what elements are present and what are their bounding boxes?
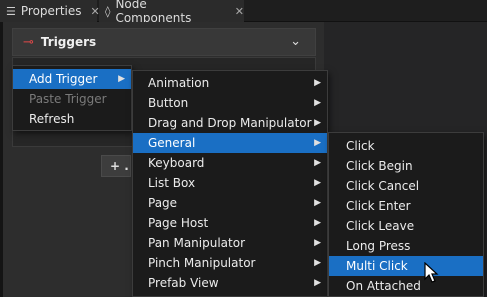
submenu-arrow-icon: ▶ [314,178,321,188]
trigger-item-label: Click Cancel [346,179,420,193]
submenu-arrow-icon: ▶ [314,138,321,148]
trigger-item-label: Multi Click [346,259,408,273]
submenu-arrow-icon: ▶ [314,198,321,208]
menu-item-label: Paste Trigger [29,92,107,106]
trigger-item-click-cancel[interactable]: Click Cancel [329,176,483,196]
category-item-label: Page Host [148,216,209,230]
menu-item-paste-trigger: Paste Trigger [13,89,131,109]
category-item-button[interactable]: Button ▶ [133,93,327,113]
trigger-item-multi-click[interactable]: Multi Click [329,256,483,276]
triggers-title: Triggers [40,35,97,49]
trigger-item-click-leave[interactable]: Click Leave [329,216,483,236]
category-item-page-host[interactable]: Page Host ▶ [133,213,327,233]
trigger-item-label: Click Enter [346,199,411,213]
category-item-label: Drag and Drop Manipulator [148,116,312,130]
submenu-arrow-icon: ▶ [314,98,321,108]
submenu-arrow-icon: ▶ [314,118,321,128]
trigger-item-label: Click [346,139,375,153]
menu-item-add-trigger[interactable]: Add Trigger ▶ [13,69,131,89]
category-item-label: Pinch Manipulator [148,256,256,270]
submenu-arrow-icon: ▶ [314,78,321,88]
trigger-item-label: Click Leave [346,219,415,233]
add-component-button[interactable]: + . [101,155,131,177]
tab-bar: ☰ Properties ✕ ◊ Node Components ✕ [0,0,487,25]
mouse-cursor-icon [424,262,439,283]
trigger-category-menu: Animation ▶ Button ▶ Drag and Drop Manipulat… [132,70,328,297]
category-item-label: Animation [148,76,210,90]
category-item-pan-manipulator[interactable]: Pan Manipulator ▶ [133,233,327,253]
category-item-label: List Box [148,176,196,190]
menu-item-label: Add Trigger [29,72,98,86]
trigger-item-click-enter[interactable]: Click Enter [329,196,483,216]
category-item-label: Keyboard [148,156,205,170]
category-item-list-box[interactable]: List Box ▶ [133,173,327,193]
context-menu: Add Trigger ▶ Paste Trigger Refresh [12,65,132,131]
category-item-keyboard[interactable]: Keyboard ▶ [133,153,327,173]
category-item-label: Prefab View [148,276,219,290]
trigger-item-click[interactable]: Click [329,136,483,156]
submenu-arrow-icon: ▶ [314,258,321,268]
trigger-icon: ⊸ [23,34,34,50]
submenu-arrow-icon: ▶ [314,238,321,248]
general-trigger-menu: Click Click Begin Click Cancel Click Enter C… [328,132,484,297]
trigger-item-label: On Attached [346,279,421,293]
trigger-item-label: Long Press [346,239,411,253]
category-item-drag-and-drop-manipulator[interactable]: Drag and Drop Manipulator ▶ [133,113,327,133]
node-components-icon: ◊ [105,4,111,18]
category-item-page[interactable]: Page ▶ [133,193,327,213]
list-icon: ☰ [6,4,16,18]
menu-item-label: Refresh [29,112,75,126]
category-item-label: Button [148,96,189,110]
category-item-pinch-manipulator[interactable]: Pinch Manipulator ▶ [133,253,327,273]
submenu-arrow-icon: ▶ [314,158,321,168]
triggers-section-header[interactable]: ⊸ Triggers ⌄ [12,28,316,56]
category-item-prefab-view[interactable]: Prefab View ▶ [133,273,327,293]
category-item-label: General [148,136,196,150]
chevron-down-icon[interactable]: ⌄ [290,34,301,49]
category-item-label: Page [148,196,178,210]
trigger-item-long-press[interactable]: Long Press [329,236,483,256]
submenu-arrow-icon: ▶ [118,74,125,84]
tab-properties[interactable]: ☰ Properties ✕ [0,0,100,22]
submenu-arrow-icon: ▶ [314,218,321,228]
submenu-arrow-icon: ▶ [314,278,321,288]
close-icon[interactable]: ✕ [235,5,244,18]
category-item-label: Pan Manipulator [148,236,246,250]
category-item-general[interactable]: General ▶ [133,133,327,153]
category-item-animation[interactable]: Animation ▶ [133,73,327,93]
tab-node-components[interactable]: ◊ Node Components ✕ [99,0,244,25]
trigger-item-click-begin[interactable]: Click Begin [329,156,483,176]
tab-properties-label: Properties [20,4,82,18]
menu-item-refresh[interactable]: Refresh [13,109,131,129]
trigger-item-label: Click Begin [346,159,413,173]
trigger-item-on-attached[interactable]: On Attached [329,276,483,296]
